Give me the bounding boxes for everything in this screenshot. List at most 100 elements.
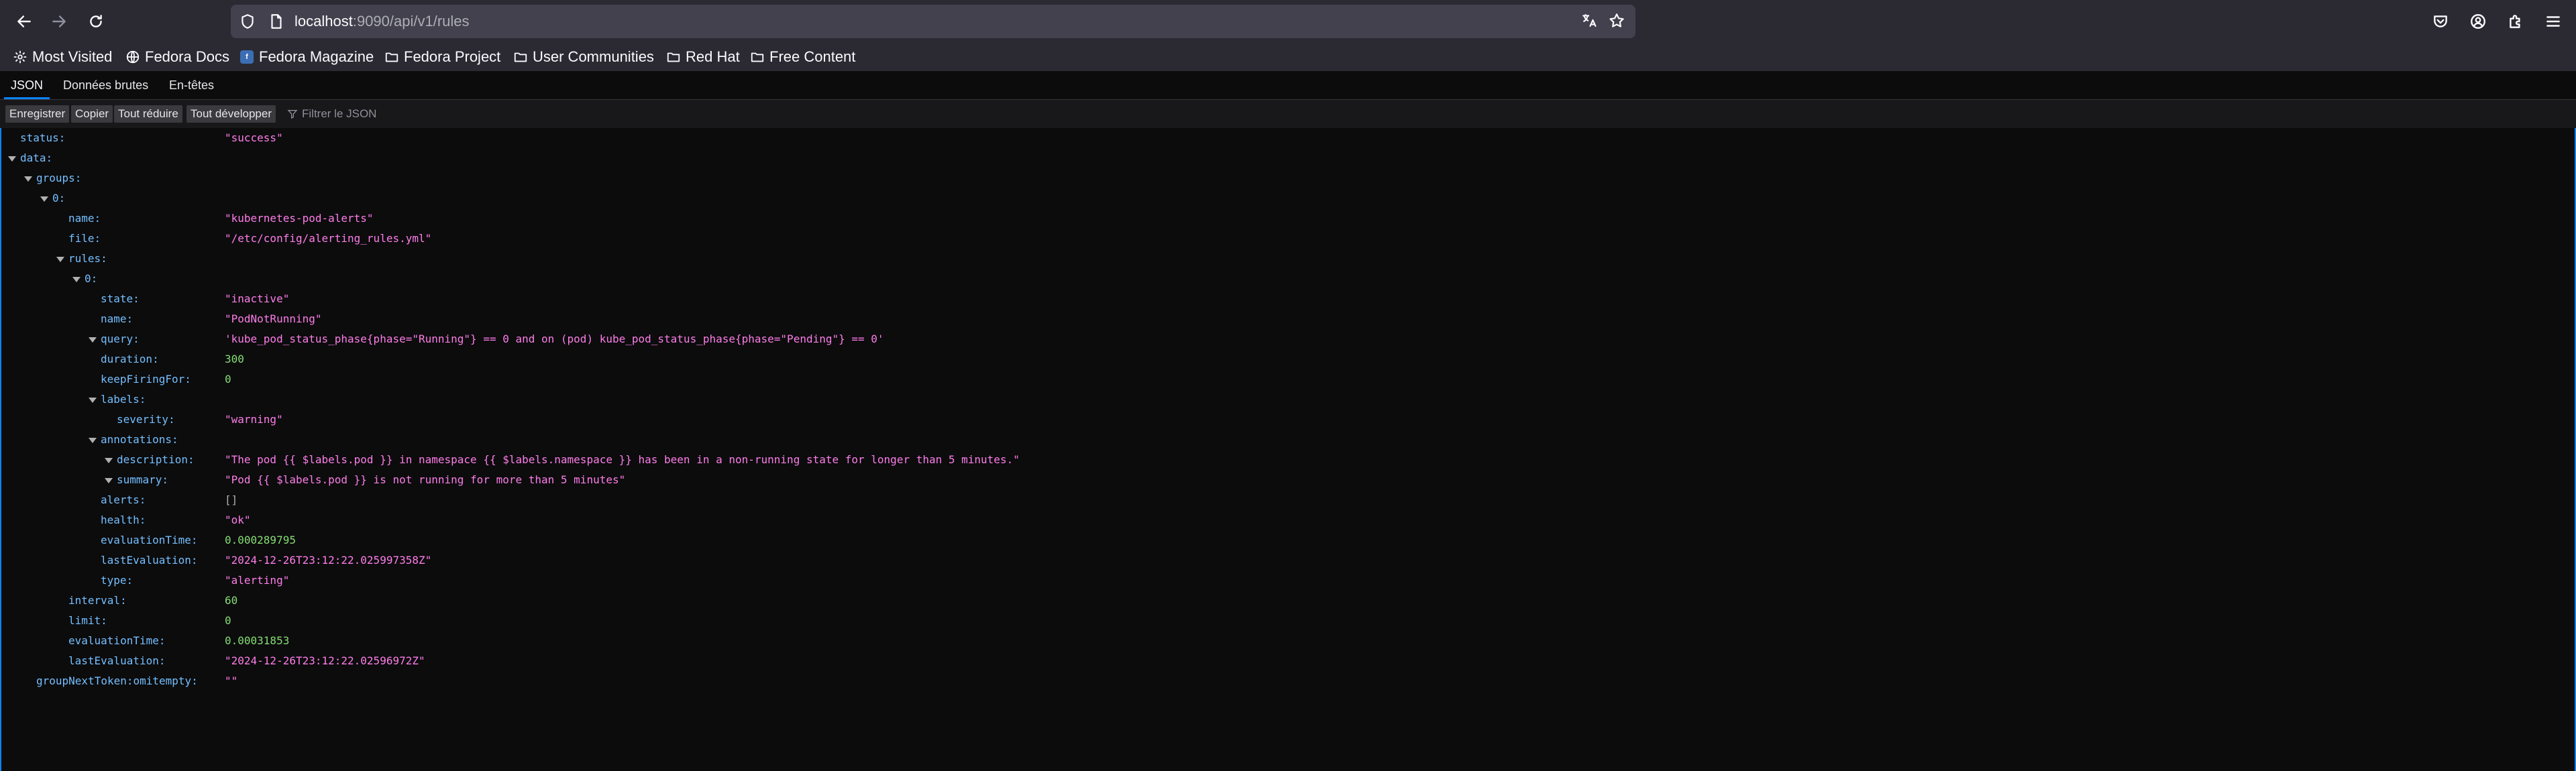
json-row[interactable]: evaluationTime: 0.00031853 [1, 631, 2575, 651]
json-value: "ok" [225, 514, 251, 526]
filter-icon [287, 110, 298, 119]
collapse-all-button[interactable]: Tout réduire [114, 105, 182, 123]
json-row[interactable]: status: "success" [1, 128, 2575, 148]
bookmark-most-visited[interactable]: Most Visited [12, 47, 112, 67]
expand-all-button[interactable]: Tout développer [186, 105, 276, 123]
json-row[interactable]: state: "inactive" [1, 289, 2575, 309]
bookmark-fedora-docs[interactable]: Fedora Docs [125, 47, 229, 67]
pocket-button[interactable] [2427, 8, 2454, 35]
expand-toggle-icon[interactable] [40, 196, 48, 202]
json-row[interactable]: duration: 300 [1, 349, 2575, 369]
json-value: "2024-12-26T23:12:22.02596972Z" [225, 654, 425, 667]
json-row[interactable]: groups: [1, 168, 2575, 188]
tab-raw-data[interactable]: Données brutes [56, 71, 155, 99]
json-key: evaluationTime: [101, 534, 198, 546]
json-row[interactable]: description: "The pod {{ $labels.pod }} i… [1, 450, 2575, 470]
json-row[interactable]: query: 'kube_pod_status_phase{phase="Runn… [1, 329, 2575, 349]
json-row[interactable]: 0: [1, 188, 2575, 209]
json-key: name: [68, 212, 101, 225]
page-icon[interactable] [268, 13, 285, 30]
json-row[interactable]: labels: [1, 390, 2575, 410]
expand-toggle-icon[interactable] [8, 156, 16, 162]
json-row[interactable]: interval: 60 [1, 591, 2575, 611]
save-button[interactable]: Enregistrer [5, 105, 70, 123]
json-key: type: [101, 574, 133, 587]
copy-button[interactable]: Copier [71, 105, 113, 123]
gear-icon [12, 49, 28, 65]
json-row[interactable]: file: "/etc/config/alerting_rules.yml" [1, 229, 2575, 249]
json-value: "Pod {{ $labels.pod }} is not running fo… [225, 473, 626, 486]
extensions-button[interactable] [2502, 8, 2529, 35]
address-bar[interactable]: localhost:9090/api/v1/rules [231, 5, 1635, 38]
globe-icon [125, 49, 141, 65]
json-row[interactable]: severity: "warning" [1, 410, 2575, 430]
json-row[interactable]: evaluationTime: 0.000289795 [1, 530, 2575, 550]
shield-icon[interactable] [239, 13, 256, 30]
url-host: localhost [294, 13, 353, 29]
bookmark-label: Fedora Magazine [259, 48, 374, 65]
folder-icon [384, 49, 400, 65]
json-row[interactable]: lastEvaluation: "2024-12-26T23:12:22.0259… [1, 550, 2575, 571]
json-row[interactable]: rules: [1, 249, 2575, 269]
json-key: 0: [85, 272, 98, 285]
json-row[interactable]: name: "PodNotRunning" [1, 309, 2575, 329]
reload-button[interactable] [83, 8, 109, 35]
navigation-toolbar: localhost:9090/api/v1/rules [0, 0, 2576, 43]
expand-toggle-icon[interactable] [56, 257, 64, 262]
account-button[interactable] [2465, 8, 2491, 35]
json-row[interactable]: data: [1, 148, 2575, 168]
json-row[interactable]: groupNextToken:omitempty: "" [1, 671, 2575, 691]
json-value: "kubernetes-pod-alerts" [225, 212, 374, 225]
expand-toggle-icon[interactable] [105, 478, 113, 483]
json-filter-input[interactable]: Filtrer le JSON [287, 105, 376, 123]
json-row[interactable]: lastEvaluation: "2024-12-26T23:12:22.0259… [1, 651, 2575, 671]
json-key: summary: [117, 473, 169, 486]
json-key: keepFiringFor: [101, 373, 191, 385]
json-row[interactable]: keepFiringFor: 0 [1, 369, 2575, 390]
json-value: 0 [225, 614, 231, 627]
expand-toggle-icon[interactable] [89, 438, 97, 443]
json-row[interactable]: health: "ok" [1, 510, 2575, 530]
bookmark-fedora-project[interactable]: Fedora Project [384, 47, 500, 67]
json-value: "PodNotRunning" [225, 312, 322, 325]
bookmark-label: User Communities [533, 48, 654, 65]
expand-toggle-icon[interactable] [24, 176, 32, 182]
json-row[interactable]: summary: "Pod {{ $labels.pod }} is not ru… [1, 470, 2575, 490]
account-icon [2471, 14, 2485, 29]
json-key: interval: [68, 594, 127, 607]
bookmark-user-communities[interactable]: User Communities [513, 47, 654, 67]
json-row[interactable]: alerts: [] [1, 490, 2575, 510]
tab-headers[interactable]: En-têtes [162, 71, 221, 99]
url-text[interactable]: localhost:9090/api/v1/rules [294, 12, 470, 31]
json-key: status: [20, 131, 66, 144]
json-key: lastEvaluation: [101, 554, 198, 567]
json-row[interactable]: 0: [1, 269, 2575, 289]
back-button[interactable] [11, 8, 38, 35]
json-row[interactable]: limit: 0 [1, 611, 2575, 631]
menu-button[interactable] [2540, 8, 2567, 35]
expand-toggle-icon[interactable] [89, 398, 97, 403]
expand-toggle-icon[interactable] [89, 337, 97, 343]
json-value: "2024-12-26T23:12:22.025997358Z" [225, 554, 432, 567]
expand-toggle-icon[interactable] [72, 277, 80, 282]
json-key: file: [68, 232, 101, 245]
folder-icon [665, 49, 682, 65]
json-value: "The pod {{ $labels.pod }} in namespace … [225, 453, 1020, 466]
translate-icon[interactable] [1580, 12, 1599, 31]
tab-json[interactable]: JSON [4, 71, 50, 99]
expand-toggle-icon[interactable] [105, 458, 113, 463]
json-row[interactable]: name: "kubernetes-pod-alerts" [1, 209, 2575, 229]
json-row[interactable]: annotations: [1, 430, 2575, 450]
json-value: "/etc/config/alerting_rules.yml" [225, 232, 432, 245]
json-row[interactable]: type: "alerting" [1, 571, 2575, 591]
bookmark-free-content[interactable]: Free Content [749, 47, 855, 67]
json-key: groupNextToken:omitempty: [36, 674, 198, 687]
folder-icon [749, 49, 765, 65]
json-value: "" [225, 674, 238, 687]
json-key: severity: [117, 413, 175, 426]
bookmark-fedora-magazine[interactable]: f Fedora Magazine [239, 47, 374, 67]
star-icon[interactable] [1608, 12, 1627, 31]
forward-button[interactable] [46, 8, 72, 35]
json-key: labels: [101, 393, 146, 406]
bookmark-red-hat[interactable]: Red Hat [665, 47, 740, 67]
